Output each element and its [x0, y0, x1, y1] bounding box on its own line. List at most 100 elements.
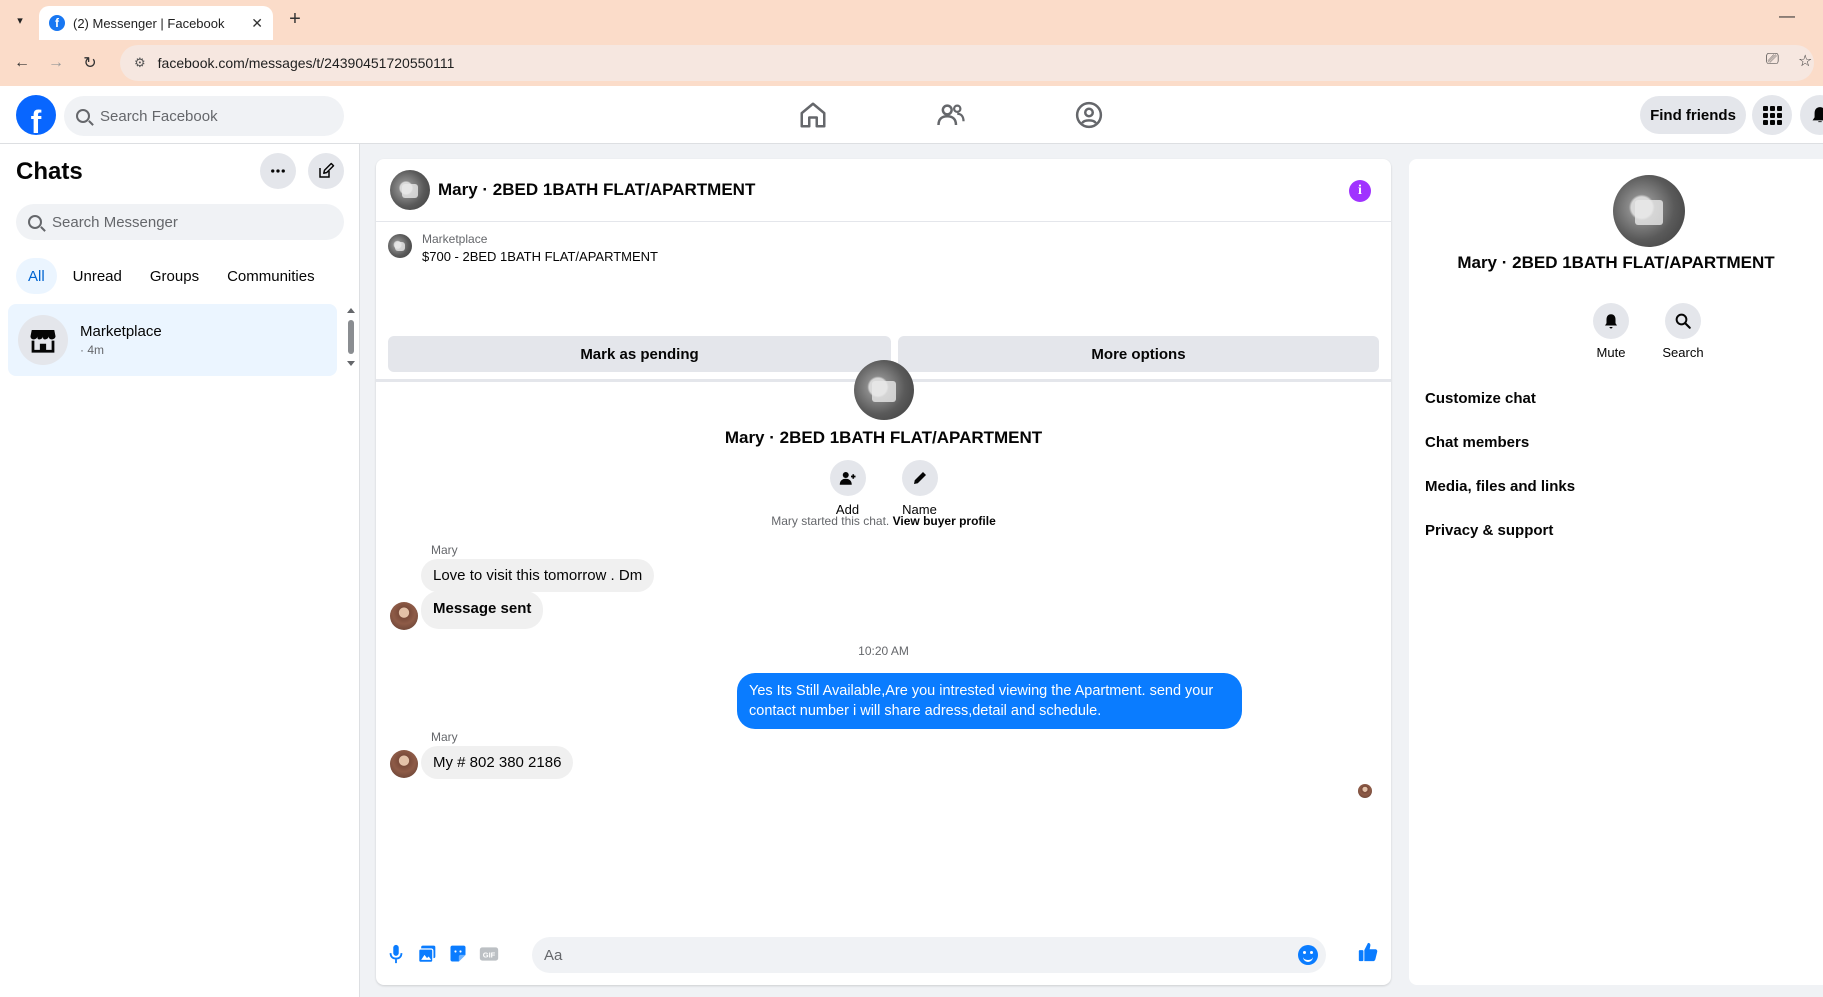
tab-list-dropdown[interactable]: ▾: [8, 8, 32, 32]
search-placeholder: Search Messenger: [52, 213, 178, 231]
message-composer: GIF Aa: [376, 929, 1391, 985]
browser-addressbar: ← → ↻ ⚙ facebook.com/messages/t/24390451…: [0, 40, 1823, 86]
incoming-message-bubble[interactable]: My # 802 380 2186: [421, 746, 574, 779]
search-label: Search: [1662, 345, 1704, 360]
install-app-icon[interactable]: ⎚: [1766, 51, 1779, 69]
edit-name-button[interactable]: Name: [899, 460, 941, 517]
conversation-details-panel: Mary · 2BED 1BATH FLAT/APARTMENT Mute Se…: [1409, 159, 1823, 985]
listing-summary[interactable]: Marketplace $700 - 2BED 1BATH FLAT/APART…: [388, 232, 658, 264]
facebook-top-nav: f Search Facebook Find friends: [0, 86, 1823, 144]
browser-tab[interactable]: f (2) Messenger | Facebook ✕: [39, 6, 273, 40]
sender-avatar[interactable]: [390, 602, 418, 630]
back-icon[interactable]: ←: [10, 51, 34, 75]
reload-icon[interactable]: ↻: [78, 51, 102, 75]
conversation-panel: Mary · 2BED 1BATH FLAT/APARTMENT i Marke…: [376, 159, 1391, 985]
search-in-conversation-button[interactable]: Search: [1653, 303, 1713, 360]
message-input-placeholder: Aa: [544, 946, 563, 964]
view-buyer-profile-link[interactable]: View buyer profile: [893, 514, 996, 528]
chat-members-link[interactable]: Chat members: [1425, 434, 1529, 451]
home-icon[interactable]: [798, 100, 828, 130]
media-files-links-link[interactable]: Media, files and links: [1425, 478, 1575, 495]
customize-chat-link[interactable]: Customize chat: [1425, 390, 1536, 407]
info-icon[interactable]: i: [1349, 180, 1371, 202]
url-bar[interactable]: ⚙ facebook.com/messages/t/24390451720550…: [120, 45, 1814, 81]
microphone-icon[interactable]: [385, 943, 407, 965]
menu-grid-icon[interactable]: [1752, 95, 1792, 135]
search-icon: [1665, 303, 1701, 339]
marketplace-store-icon: [18, 315, 68, 365]
close-tab-icon[interactable]: ✕: [251, 15, 263, 32]
forward-icon[interactable]: →: [44, 51, 68, 75]
search-icon: [76, 109, 90, 123]
new-tab-button[interactable]: +: [283, 8, 307, 32]
listing-price-title: $700 - 2BED 1BATH FLAT/APARTMENT: [422, 249, 658, 264]
conversation-title[interactable]: Mary · 2BED 1BATH FLAT/APARTMENT: [438, 180, 755, 200]
filter-all[interactable]: All: [16, 258, 57, 294]
incoming-message-bubble[interactable]: Message sent: [421, 591, 544, 629]
facebook-favicon-icon: f: [49, 15, 65, 31]
facebook-search-input[interactable]: Search Facebook: [64, 96, 344, 136]
details-avatar[interactable]: [1613, 175, 1685, 247]
intro-avatar: [853, 360, 914, 420]
filter-unread[interactable]: Unread: [61, 258, 134, 294]
facebook-logo[interactable]: f: [16, 95, 56, 135]
sender-avatar[interactable]: [390, 750, 418, 778]
chat-last-activity: · 4m: [80, 343, 104, 357]
chat-started-text: Mary started this chat.: [771, 514, 893, 528]
new-message-icon[interactable]: [308, 153, 344, 189]
svg-text:GIF: GIF: [483, 950, 496, 959]
add-people-button[interactable]: Add: [827, 460, 869, 517]
friends-icon[interactable]: [936, 100, 966, 130]
chat-item-text: Marketplace · 4m: [80, 323, 162, 357]
marketplace-listing-bar: Marketplace $700 - 2BED 1BATH FLAT/APART…: [376, 222, 1391, 382]
outgoing-message-bubble[interactable]: Yes Its Still Available,Are you intreste…: [737, 673, 1242, 729]
chat-list-scrollbar[interactable]: [346, 306, 356, 368]
sticker-icon[interactable]: [447, 943, 469, 965]
emoji-icon[interactable]: [1298, 945, 1318, 965]
message-sender-name: Mary: [431, 543, 458, 557]
minimize-window-button[interactable]: —: [1779, 8, 1795, 26]
gif-icon[interactable]: GIF: [478, 943, 500, 965]
notifications-bell-icon[interactable]: [1800, 95, 1823, 135]
message-timestamp: 10:20 AM: [858, 644, 909, 658]
seen-receipt-avatar: [1358, 784, 1372, 798]
chats-title: Chats: [16, 158, 83, 185]
chats-sidebar: Chats Search Messenger All Unread Groups…: [0, 144, 360, 997]
incoming-message-bubble[interactable]: Love to visit this tomorrow . Dm: [421, 559, 655, 592]
site-info-icon[interactable]: ⚙: [134, 55, 146, 71]
search-icon: [28, 215, 42, 229]
photo-gallery-icon[interactable]: [416, 943, 438, 965]
chat-name: Marketplace: [80, 323, 162, 340]
find-friends-button[interactable]: Find friends: [1640, 96, 1746, 134]
pencil-icon: [901, 460, 938, 496]
search-placeholder: Search Facebook: [100, 107, 218, 125]
bookmark-star-icon[interactable]: ☆: [1798, 51, 1812, 71]
like-thumbs-up-icon[interactable]: [1357, 941, 1379, 963]
privacy-support-link[interactable]: Privacy & support: [1425, 522, 1553, 539]
more-options-icon[interactable]: [260, 153, 296, 189]
listing-label: Marketplace: [422, 232, 488, 246]
conversation-header: Mary · 2BED 1BATH FLAT/APARTMENT i: [376, 159, 1391, 222]
conversation-intro: Mary · 2BED 1BATH FLAT/APARTMENT Add Nam…: [376, 360, 1391, 517]
url-text: facebook.com/messages/t/2439045172055011…: [157, 55, 455, 71]
chat-filters: All Unread Groups Communities: [16, 258, 327, 294]
intro-actions: Add Name: [376, 460, 1391, 517]
mute-label: Mute: [1596, 345, 1626, 360]
mute-button[interactable]: Mute: [1581, 303, 1641, 360]
filter-groups[interactable]: Groups: [138, 258, 211, 294]
message-sender-name: Mary: [431, 730, 458, 744]
message-input[interactable]: Aa: [532, 937, 1326, 973]
details-name: Mary · 2BED 1BATH FLAT/APARTMENT: [1457, 253, 1775, 272]
tab-title: (2) Messenger | Facebook: [73, 15, 225, 31]
chat-list-item[interactable]: Marketplace · 4m: [8, 304, 337, 376]
bell-icon: [1593, 303, 1629, 339]
listing-avatar[interactable]: [390, 170, 430, 210]
groups-icon[interactable]: [1074, 100, 1104, 130]
chat-started-note: Mary started this chat. View buyer profi…: [376, 514, 1391, 528]
browser-tabbar: ▾ f (2) Messenger | Facebook ✕ + —: [0, 0, 1823, 40]
filter-communities[interactable]: Communities: [215, 258, 327, 294]
messenger-search-input[interactable]: Search Messenger: [16, 204, 344, 240]
add-person-icon: [829, 460, 866, 496]
listing-thumbnail: [388, 234, 412, 258]
intro-name: Mary · 2BED 1BATH FLAT/APARTMENT: [724, 428, 1043, 447]
